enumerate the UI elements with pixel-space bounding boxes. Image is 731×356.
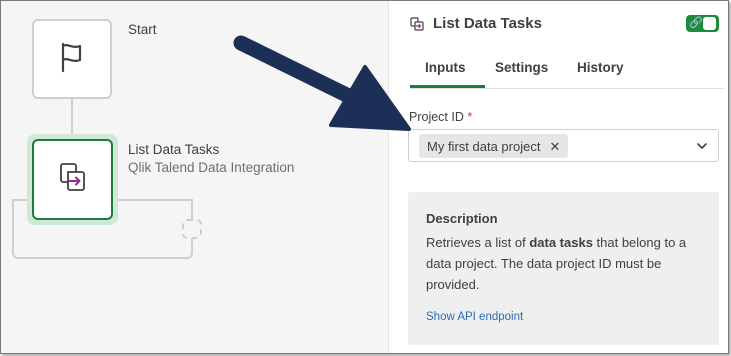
flow-connector <box>71 99 73 139</box>
tab-history[interactable]: History <box>577 60 624 75</box>
show-api-endpoint-link[interactable]: Show API endpoint <box>426 311 523 323</box>
loop-connector-top <box>113 199 193 201</box>
description-text-start: Retrieves a list of <box>426 235 530 250</box>
description-title: Description <box>426 211 498 226</box>
description-text: Retrieves a list of data tasks that belo… <box>426 232 706 295</box>
loop-connector-right <box>191 199 193 219</box>
panel-title: List Data Tasks <box>433 15 542 32</box>
tab-inputs[interactable]: Inputs <box>425 60 466 75</box>
panel-tabs: Inputs Settings History <box>410 53 724 89</box>
link-toggle[interactable]: 🔗 <box>686 15 719 32</box>
start-block-label: Start <box>128 22 157 37</box>
data-task-icon <box>56 160 90 199</box>
flag-icon <box>55 40 89 79</box>
required-mark: * <box>467 110 473 124</box>
close-icon[interactable]: ✕ <box>549 140 560 153</box>
start-block[interactable] <box>32 19 112 99</box>
selected-project-chip-label: My first data project <box>427 138 541 154</box>
project-id-select[interactable]: My first data project ✕ <box>408 129 719 162</box>
task-block-label: List Data Tasks <box>128 142 220 157</box>
add-block-placeholder[interactable] <box>182 219 202 239</box>
toggle-knob <box>703 17 716 30</box>
task-block-sublabel: Qlik Talend Data Integration <box>128 160 295 175</box>
link-icon: 🔗 <box>689 17 703 29</box>
active-tab-indicator <box>410 85 485 88</box>
annotation-arrow <box>233 35 411 131</box>
app-frame: Start List Data Tasks Qlik Talend Data I… <box>0 0 729 354</box>
list-data-tasks-block[interactable] <box>32 139 113 220</box>
tab-settings[interactable]: Settings <box>495 60 548 75</box>
chevron-down-icon[interactable] <box>695 139 709 153</box>
description-box: Description Retrieves a list of data tas… <box>408 192 719 345</box>
properties-panel: List Data Tasks 🔗 Inputs Settings Histor… <box>390 1 728 353</box>
selected-project-chip: My first data project ✕ <box>419 134 569 158</box>
description-text-bold: data tasks <box>529 235 593 250</box>
